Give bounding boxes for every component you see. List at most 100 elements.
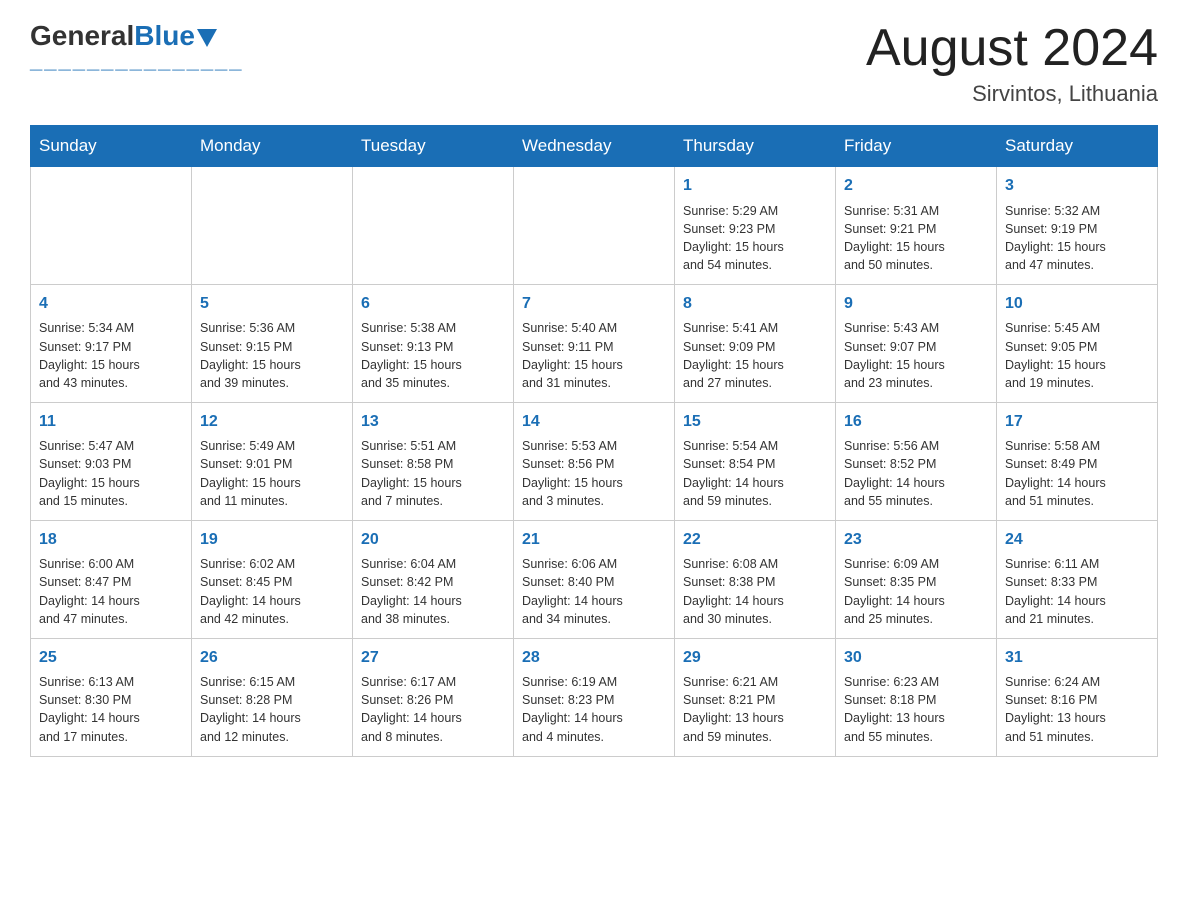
day-number: 7: [522, 293, 666, 315]
day-cell: 2 Sunrise: 5:31 AMSunset: 9:21 PMDaylight…: [836, 167, 997, 285]
col-friday: Friday: [836, 126, 997, 167]
day-cell: [31, 167, 192, 285]
day-cell: 1 Sunrise: 5:29 AMSunset: 9:23 PMDaylight…: [675, 167, 836, 285]
day-cell: 23Sunrise: 6:09 AMSunset: 8:35 PMDayligh…: [836, 520, 997, 638]
day-info: Sunrise: 6:24 AMSunset: 8:16 PMDaylight:…: [1005, 673, 1149, 746]
day-cell: [353, 167, 514, 285]
day-number: 23: [844, 529, 988, 551]
week-row-4: 18 Sunrise: 6:00 AMSunset: 8:47 PMDayligh…: [31, 520, 1158, 638]
day-cell: 4 Sunrise: 5:34 AMSunset: 9:17 PMDaylight…: [31, 285, 192, 403]
day-cell: 21Sunrise: 6:06 AMSunset: 8:40 PMDayligh…: [514, 520, 675, 638]
day-number: 20: [361, 529, 505, 551]
day-info: Sunrise: 5:40 AMSunset: 9:11 PMDaylight:…: [522, 319, 666, 392]
day-info: Sunrise: 6:11 AMSunset: 8:33 PMDaylight:…: [1005, 555, 1149, 628]
calendar-subtitle: Sirvintos, Lithuania: [866, 81, 1158, 107]
day-cell: 9 Sunrise: 5:43 AMSunset: 9:07 PMDaylight…: [836, 285, 997, 403]
day-info: Sunrise: 5:47 AMSunset: 9:03 PMDaylight:…: [39, 437, 183, 510]
day-info: Sunrise: 6:21 AMSunset: 8:21 PMDaylight:…: [683, 673, 827, 746]
day-cell: 7 Sunrise: 5:40 AMSunset: 9:11 PMDaylight…: [514, 285, 675, 403]
col-monday: Monday: [192, 126, 353, 167]
day-cell: 31 Sunrise: 6:24 AMSunset: 8:16 PMDayligh…: [997, 638, 1158, 756]
col-saturday: Saturday: [997, 126, 1158, 167]
day-info: Sunrise: 5:36 AMSunset: 9:15 PMDaylight:…: [200, 319, 344, 392]
day-number: 1: [683, 175, 827, 197]
logo: General Blue _______________: [30, 20, 244, 74]
day-number: 5: [200, 293, 344, 315]
day-cell: 26 Sunrise: 6:15 AMSunset: 8:28 PMDayligh…: [192, 638, 353, 756]
day-cell: 28Sunrise: 6:19 AMSunset: 8:23 PMDayligh…: [514, 638, 675, 756]
day-cell: 20 Sunrise: 6:04 AMSunset: 8:42 PMDayligh…: [353, 520, 514, 638]
day-number: 18: [39, 529, 183, 551]
day-cell: 27Sunrise: 6:17 AMSunset: 8:26 PMDayligh…: [353, 638, 514, 756]
day-number: 2: [844, 175, 988, 197]
day-cell: 3 Sunrise: 5:32 AMSunset: 9:19 PMDaylight…: [997, 167, 1158, 285]
day-cell: 12 Sunrise: 5:49 AMSunset: 9:01 PMDayligh…: [192, 402, 353, 520]
day-number: 3: [1005, 175, 1149, 197]
day-number: 24: [1005, 529, 1149, 551]
day-number: 10: [1005, 293, 1149, 315]
week-row-2: 4 Sunrise: 5:34 AMSunset: 9:17 PMDaylight…: [31, 285, 1158, 403]
week-row-3: 11 Sunrise: 5:47 AMSunset: 9:03 PMDayligh…: [31, 402, 1158, 520]
day-cell: 29 Sunrise: 6:21 AMSunset: 8:21 PMDayligh…: [675, 638, 836, 756]
day-info: Sunrise: 5:43 AMSunset: 9:07 PMDaylight:…: [844, 319, 988, 392]
day-info: Sunrise: 5:31 AMSunset: 9:21 PMDaylight:…: [844, 202, 988, 275]
day-number: 19: [200, 529, 344, 551]
day-number: 29: [683, 647, 827, 669]
week-row-1: 1 Sunrise: 5:29 AMSunset: 9:23 PMDaylight…: [31, 167, 1158, 285]
page-header: General Blue _______________ August 2024…: [30, 20, 1158, 107]
day-info: Sunrise: 6:02 AMSunset: 8:45 PMDaylight:…: [200, 555, 344, 628]
col-wednesday: Wednesday: [514, 126, 675, 167]
day-info: Sunrise: 5:34 AMSunset: 9:17 PMDaylight:…: [39, 319, 183, 392]
day-cell: 6Sunrise: 5:38 AMSunset: 9:13 PMDaylight…: [353, 285, 514, 403]
day-number: 9: [844, 293, 988, 315]
logo-line: _______________: [30, 48, 244, 74]
day-number: 14: [522, 411, 666, 433]
day-info: Sunrise: 5:32 AMSunset: 9:19 PMDaylight:…: [1005, 202, 1149, 275]
day-info: Sunrise: 5:51 AMSunset: 8:58 PMDaylight:…: [361, 437, 505, 510]
day-cell: 16 Sunrise: 5:56 AMSunset: 8:52 PMDayligh…: [836, 402, 997, 520]
day-info: Sunrise: 5:53 AMSunset: 8:56 PMDaylight:…: [522, 437, 666, 510]
day-info: Sunrise: 5:29 AMSunset: 9:23 PMDaylight:…: [683, 202, 827, 275]
day-info: Sunrise: 5:45 AMSunset: 9:05 PMDaylight:…: [1005, 319, 1149, 392]
day-cell: 5 Sunrise: 5:36 AMSunset: 9:15 PMDaylight…: [192, 285, 353, 403]
day-number: 31: [1005, 647, 1149, 669]
day-cell: 19 Sunrise: 6:02 AMSunset: 8:45 PMDayligh…: [192, 520, 353, 638]
day-info: Sunrise: 5:56 AMSunset: 8:52 PMDaylight:…: [844, 437, 988, 510]
day-info: Sunrise: 6:04 AMSunset: 8:42 PMDaylight:…: [361, 555, 505, 628]
day-cell: 11 Sunrise: 5:47 AMSunset: 9:03 PMDayligh…: [31, 402, 192, 520]
day-info: Sunrise: 6:15 AMSunset: 8:28 PMDaylight:…: [200, 673, 344, 746]
day-number: 4: [39, 293, 183, 315]
day-cell: 18 Sunrise: 6:00 AMSunset: 8:47 PMDayligh…: [31, 520, 192, 638]
title-block: August 2024 Sirvintos, Lithuania: [866, 20, 1158, 107]
col-thursday: Thursday: [675, 126, 836, 167]
week-row-5: 25Sunrise: 6:13 AMSunset: 8:30 PMDayligh…: [31, 638, 1158, 756]
day-number: 26: [200, 647, 344, 669]
calendar-table: Sunday Monday Tuesday Wednesday Thursday…: [30, 125, 1158, 756]
day-info: Sunrise: 6:00 AMSunset: 8:47 PMDaylight:…: [39, 555, 183, 628]
day-cell: 24 Sunrise: 6:11 AMSunset: 8:33 PMDayligh…: [997, 520, 1158, 638]
day-info: Sunrise: 5:49 AMSunset: 9:01 PMDaylight:…: [200, 437, 344, 510]
day-cell: 25Sunrise: 6:13 AMSunset: 8:30 PMDayligh…: [31, 638, 192, 756]
col-sunday: Sunday: [31, 126, 192, 167]
col-tuesday: Tuesday: [353, 126, 514, 167]
day-info: Sunrise: 6:19 AMSunset: 8:23 PMDaylight:…: [522, 673, 666, 746]
day-number: 8: [683, 293, 827, 315]
day-number: 6: [361, 293, 505, 315]
day-info: Sunrise: 6:17 AMSunset: 8:26 PMDaylight:…: [361, 673, 505, 746]
day-cell: 13 Sunrise: 5:51 AMSunset: 8:58 PMDayligh…: [353, 402, 514, 520]
day-number: 22: [683, 529, 827, 551]
day-number: 16: [844, 411, 988, 433]
day-info: Sunrise: 6:13 AMSunset: 8:30 PMDaylight:…: [39, 673, 183, 746]
day-info: Sunrise: 5:58 AMSunset: 8:49 PMDaylight:…: [1005, 437, 1149, 510]
day-number: 12: [200, 411, 344, 433]
day-cell: 22 Sunrise: 6:08 AMSunset: 8:38 PMDayligh…: [675, 520, 836, 638]
day-info: Sunrise: 6:08 AMSunset: 8:38 PMDaylight:…: [683, 555, 827, 628]
day-cell: 17Sunrise: 5:58 AMSunset: 8:49 PMDayligh…: [997, 402, 1158, 520]
day-number: 13: [361, 411, 505, 433]
calendar-title: August 2024: [866, 20, 1158, 77]
day-cell: [514, 167, 675, 285]
day-info: Sunrise: 5:54 AMSunset: 8:54 PMDaylight:…: [683, 437, 827, 510]
day-info: Sunrise: 5:41 AMSunset: 9:09 PMDaylight:…: [683, 319, 827, 392]
day-cell: [192, 167, 353, 285]
day-number: 11: [39, 411, 183, 433]
